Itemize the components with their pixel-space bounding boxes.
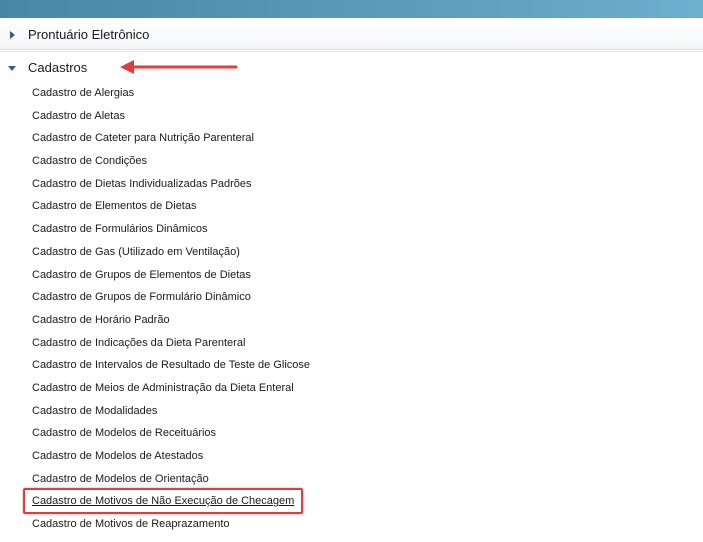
section-title: Cadastros [28, 60, 88, 75]
menu-item-modelos-atestados[interactable]: Cadastro de Modelos de Atestados [32, 449, 310, 472]
menu-item-intervalos-glicose[interactable]: Cadastro de Intervalos de Resultado de T… [32, 358, 310, 381]
menu-item-cateter[interactable]: Cadastro de Cateter para Nutrição Parent… [32, 131, 310, 154]
menu-item-grupos-formulario[interactable]: Cadastro de Grupos de Formulário Dinâmic… [32, 290, 310, 313]
menu-item-formularios-dinamicos[interactable]: Cadastro de Formulários Dinâmicos [32, 222, 310, 245]
section-cadastros[interactable]: Cadastros [0, 53, 703, 83]
menu-item-motivos-reaprazamento[interactable]: Cadastro de Motivos de Reaprazamento [32, 517, 310, 540]
collapsed-triangle-icon [10, 31, 15, 39]
annotation-highlight-box [23, 488, 303, 514]
menu-item-aletas[interactable]: Cadastro de Aletas [32, 109, 310, 132]
menu-item-dietas-individualizadas[interactable]: Cadastro de Dietas Individualizadas Padr… [32, 177, 310, 200]
expanded-triangle-icon [8, 66, 16, 71]
cadastros-menu-list: Cadastro de Alergias Cadastro de Aletas … [32, 86, 310, 540]
menu-item-modalidades[interactable]: Cadastro de Modalidades [32, 404, 310, 427]
menu-item-condicoes[interactable]: Cadastro de Condições [32, 154, 310, 177]
divider [0, 51, 703, 52]
menu-item-alergias[interactable]: Cadastro de Alergias [32, 86, 310, 109]
menu-item-elementos-dietas[interactable]: Cadastro de Elementos de Dietas [32, 199, 310, 222]
menu-item-grupos-elementos-dietas[interactable]: Cadastro de Grupos de Elementos de Dieta… [32, 268, 310, 291]
annotation-arrow-icon [120, 60, 238, 74]
menu-item-indicacoes-dieta[interactable]: Cadastro de Indicações da Dieta Parenter… [32, 336, 310, 359]
window-top-bar [0, 0, 703, 18]
section-title: Prontuário Eletrônico [28, 27, 150, 42]
section-prontuario-eletronico[interactable]: Prontuário Eletrônico [0, 20, 703, 50]
menu-item-gas[interactable]: Cadastro de Gas (Utilizado em Ventilação… [32, 245, 310, 268]
menu-item-horario-padrao[interactable]: Cadastro de Horário Padrão [32, 313, 310, 336]
menu-item-meios-administracao[interactable]: Cadastro de Meios de Administração da Di… [32, 381, 310, 404]
menu-item-modelos-receituarios[interactable]: Cadastro de Modelos de Receituários [32, 426, 310, 449]
